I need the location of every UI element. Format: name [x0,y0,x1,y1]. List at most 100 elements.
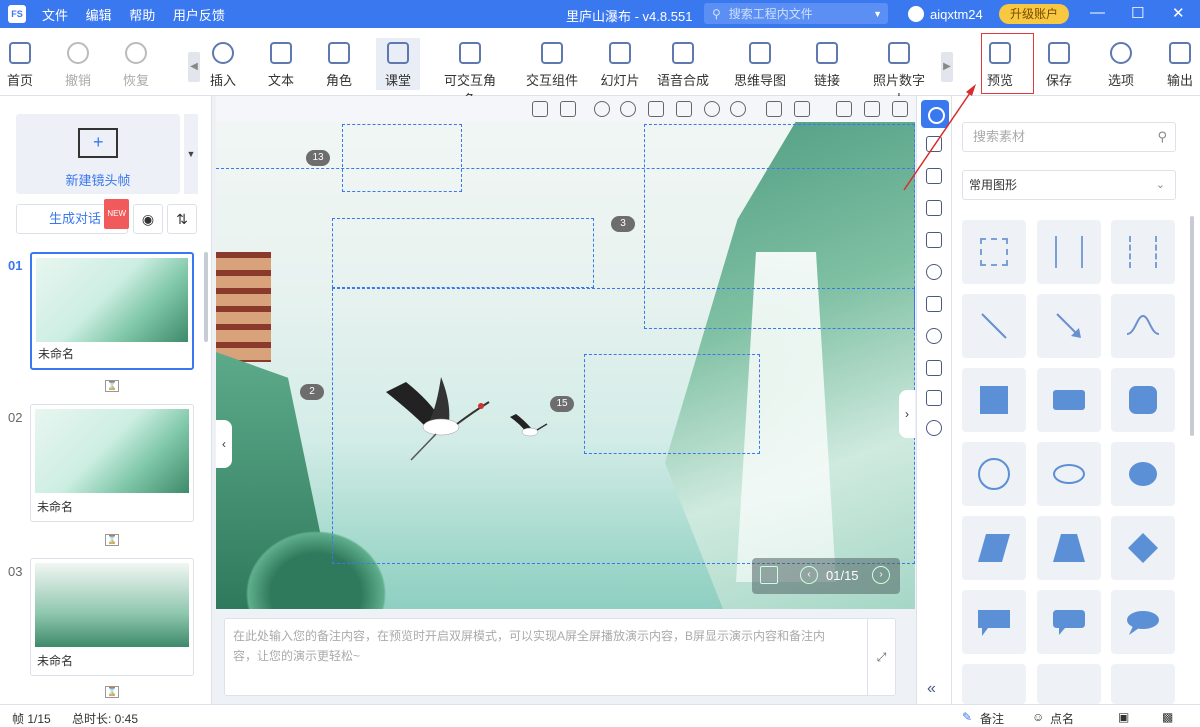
collapse-left-icon[interactable]: ‹ [216,420,232,468]
chevron-down-icon[interactable]: ▼ [873,9,882,19]
copy-icon[interactable] [648,101,664,117]
undo-button[interactable]: 撤销 [64,42,92,89]
screen-icon[interactable]: ▣ [1118,710,1129,724]
comment-icon[interactable] [926,296,942,312]
generate-dialog-button[interactable]: 生成对话 NEW [16,199,129,234]
prev-frame-icon[interactable]: ‹ [800,566,818,584]
partial-shape[interactable] [1037,664,1101,704]
notes-toggle[interactable]: 备注 [980,710,1004,727]
frame-corners-shape[interactable] [962,220,1026,284]
username[interactable]: aiqxtm24 [930,7,983,22]
new-frame-button[interactable]: 新建镜头帧 [16,114,180,194]
export-button[interactable]: 输出 [1166,42,1194,89]
toolbar-scroll-left[interactable]: ◀ [188,52,200,82]
paste-icon[interactable] [676,101,692,117]
bracket-frame-shape[interactable] [1037,220,1101,284]
notes-toggle-icon[interactable]: ✎ [962,710,972,724]
category-select[interactable]: 常用图形 ⌄ [962,170,1176,200]
music-icon[interactable] [926,264,942,280]
camera-frame[interactable] [332,288,915,564]
settings-icon[interactable] [864,101,880,117]
text-button[interactable]: 文本 [267,42,295,89]
transition-icon[interactable]: ⌛ [105,534,119,546]
close-icon[interactable]: ✕ [1172,4,1185,22]
zoom-in-icon[interactable] [704,101,720,117]
upgrade-button[interactable]: 升级账户 [999,4,1069,24]
tts-button[interactable]: 语音合成 [657,42,709,89]
ruler-icon[interactable] [532,101,548,117]
slides-scrollbar[interactable] [204,252,208,342]
slide-thumbnail[interactable]: 未命名 [30,558,194,676]
diamond-shape[interactable] [1111,516,1175,580]
rotate-left-icon[interactable] [594,101,610,117]
document-icon[interactable] [926,200,942,216]
video-icon[interactable] [926,232,942,248]
rollcall-button[interactable]: 点名 [1050,710,1074,727]
role-button[interactable]: 角色 [325,42,353,89]
home-view-icon[interactable] [560,101,576,117]
save-button[interactable]: 保存 [1045,42,1073,89]
camera-frame[interactable] [342,124,462,192]
rollcall-icon[interactable]: ☺ [1032,710,1044,724]
material-scrollbar[interactable] [1190,216,1194,436]
octagon-shape[interactable] [1111,368,1175,432]
collapse-panel-icon[interactable]: « [927,680,936,698]
minimize-icon[interactable]: — [1090,4,1105,21]
options-button[interactable]: 选项 [1107,42,1135,89]
avatar[interactable] [908,6,924,22]
material-search-input[interactable]: 搜索素材 ⚲ [962,122,1176,152]
screenshot-icon[interactable] [836,101,852,117]
partial-shape[interactable] [1111,664,1175,704]
transition-icon[interactable]: ⌛ [105,686,119,698]
insert-button[interactable]: 插入 [209,42,237,89]
project-search-input[interactable]: ⚲ 搜索工程内文件 ▼ [704,3,888,24]
expand-icon[interactable]: ⤢ [867,619,895,695]
parallelogram-shape[interactable] [962,516,1026,580]
layers-icon[interactable] [926,390,942,406]
home-icon[interactable] [760,566,778,584]
redo-button[interactable]: 恢复 [122,42,150,89]
compass-icon[interactable] [926,328,942,344]
menu-edit[interactable]: 编辑 [86,8,112,23]
camera-icon[interactable]: ◉ [133,204,163,234]
rotate-right-icon[interactable] [620,101,636,117]
swap-icon[interactable]: ⇅ [167,204,197,234]
speech-rounded-shape[interactable] [1037,590,1101,654]
zoom-out-icon[interactable] [730,101,746,117]
menu-feedback[interactable]: 用户反馈 [173,8,225,23]
arrow-shape[interactable] [1037,294,1101,358]
rounded-rect-shape[interactable] [1037,368,1101,432]
speech-rect-shape[interactable] [962,590,1026,654]
next-frame-icon[interactable]: › [872,566,890,584]
ellipse-shape[interactable] [1037,442,1101,506]
slide-thumbnail[interactable]: 未命名 [30,404,194,522]
window-icon[interactable]: ▩ [1162,710,1173,724]
search-icon[interactable]: ⚲ [1157,123,1167,151]
notes-input[interactable]: 在此处输入您的备注内容，在预览时开启双屏模式，可以实现A屏全屏播放演示内容，B屏… [224,618,896,696]
collapse-right-icon[interactable]: › [899,390,915,438]
circle-shape[interactable] [962,442,1026,506]
slide-thumbnail[interactable]: 未命名 [30,252,194,370]
interactive-component-button[interactable]: 交互组件 [526,42,578,89]
star-icon[interactable] [926,420,942,436]
align-icon[interactable] [766,101,782,117]
line-shape[interactable] [962,294,1026,358]
lock-icon[interactable] [794,101,810,117]
apps-icon[interactable] [926,360,942,376]
menu-help[interactable]: 帮助 [129,8,155,23]
speech-oval-shape[interactable] [1111,590,1175,654]
editing-canvas[interactable]: 13 3 2 15 [216,122,915,609]
new-frame-dropdown[interactable]: ▼ [184,114,198,194]
mindmap-button[interactable]: 思维导图 [734,42,786,89]
maximize-icon[interactable]: ☐ [1131,4,1144,22]
home-button[interactable]: 首页 [6,42,34,89]
trapezoid-shape[interactable] [1037,516,1101,580]
toolbar-scroll-right[interactable]: ▶ [941,52,953,82]
slideshow-button[interactable]: 幻灯片 [600,42,640,89]
camera-frame[interactable] [332,218,594,288]
transition-icon[interactable]: ⌛ [105,380,119,392]
square-shape[interactable] [962,368,1026,432]
menu-file[interactable]: 文件 [42,8,68,23]
pie-shape[interactable] [1111,442,1175,506]
partial-shape[interactable] [962,664,1026,704]
